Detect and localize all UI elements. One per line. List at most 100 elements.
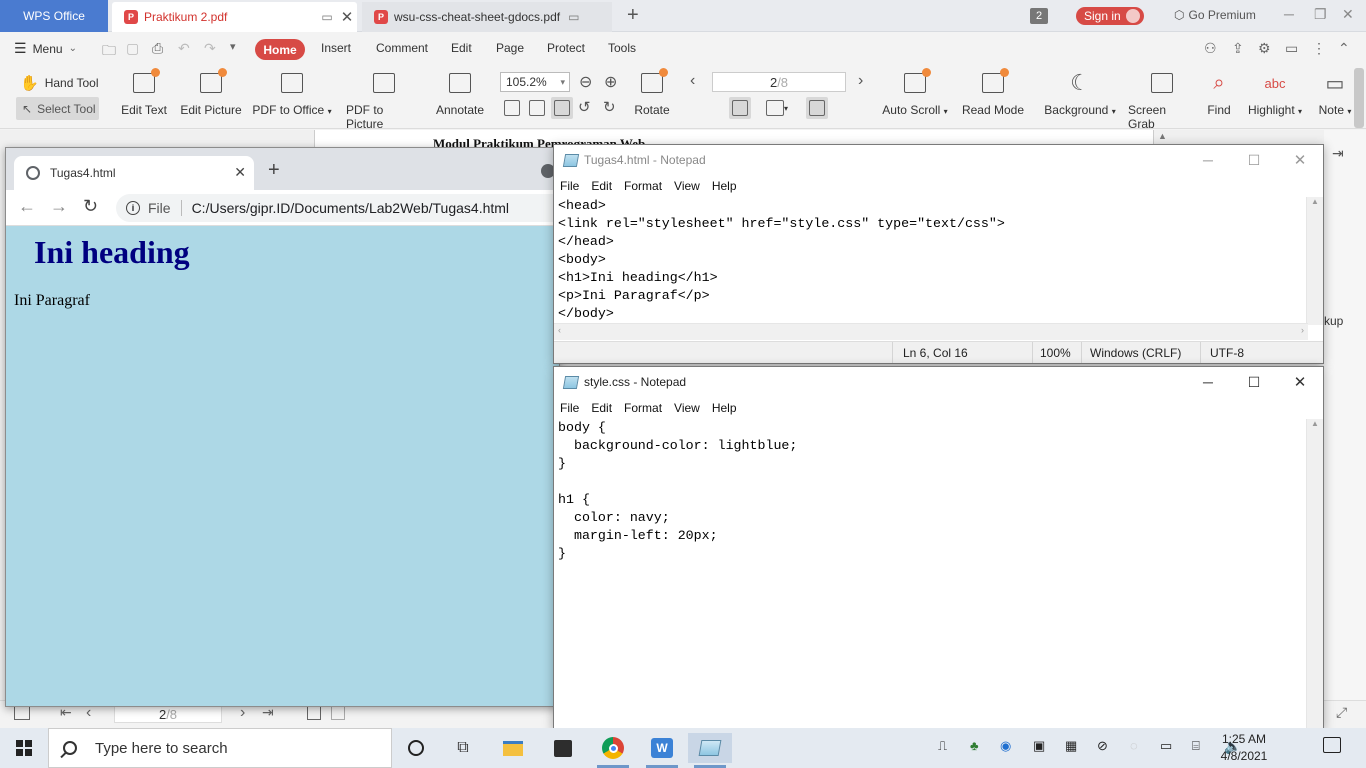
file-explorer-icon[interactable] [491,733,535,763]
select-tool-button[interactable]: ↖ Select Tool [16,97,99,120]
wps-home-tab[interactable]: WPS Office [0,0,108,32]
tab-praktikum[interactable]: P Praktikum 2.pdf ▭ ✕ [112,2,357,32]
two-page-view-icon[interactable]: ▾ [762,97,792,119]
menu-file[interactable]: File [560,179,579,193]
read-mode-button[interactable]: Read Mode [960,68,1026,117]
wps-office-icon[interactable]: W [640,733,684,768]
notepad-titlebar[interactable]: style.css - Notepad ─ ☐ ✕ [554,367,1323,397]
app-tray-icon[interactable]: ♣ [970,738,979,753]
maximize-icon[interactable]: ☐ [1231,145,1277,175]
comment-icon[interactable]: ▭ [1285,40,1298,57]
share-icon[interactable]: ⇪ [1232,40,1244,57]
edit-text-button[interactable]: Edit Text [120,68,168,117]
fit-width-icon[interactable] [551,97,573,119]
collapse-panel-icon[interactable]: ⇥ [1332,145,1344,162]
address-bar[interactable]: i File C:/Users/gipr.ID/Documents/Lab2We… [116,194,559,222]
auto-scroll-button[interactable]: Auto Scroll ▾ [882,68,948,117]
restore-icon[interactable]: ❐ [1314,6,1327,23]
note-button[interactable]: ▭ Note ▾ [1316,70,1354,118]
usb-device-icon[interactable]: ⎍ [938,738,947,754]
rotate-button[interactable]: Rotate [632,68,672,117]
minimize-icon[interactable]: ─ [1284,6,1294,22]
account-icon[interactable]: ⚇ [1204,40,1217,57]
tab-tools[interactable]: Tools [608,41,636,55]
sign-in-button[interactable]: Sign in [1076,7,1144,25]
taskbar-search-box[interactable]: Type here to search [48,728,392,768]
battery-icon[interactable]: ▭ [1160,738,1172,754]
menu-format[interactable]: Format [624,179,662,193]
scroll-left-icon[interactable]: ‹ [558,325,561,335]
horizontal-scrollbar[interactable]: ‹ › [554,323,1308,340]
more-dots-icon[interactable]: ⋮ [1312,40,1326,57]
maximize-icon[interactable]: ☐ [1231,367,1277,397]
add-page-icon[interactable] [307,706,321,720]
menu-edit[interactable]: Edit [591,179,612,193]
tab-count-badge[interactable]: 2 [1030,8,1048,24]
menu-view[interactable]: View [674,401,700,415]
vertical-scrollbar[interactable]: ▲ [1306,197,1323,325]
pdf-to-office-button[interactable]: PDF to Office ▾ [252,70,332,117]
chrome-icon[interactable] [591,733,635,768]
page-number-input[interactable]: 2 /8 [712,72,846,92]
vertical-scrollbar[interactable]: ▲ [1306,419,1323,729]
close-icon[interactable]: ✕ [1277,145,1323,175]
store-icon[interactable] [541,733,585,763]
pdf-to-picture-button[interactable]: PDF to Picture [346,70,422,131]
zoom-out-icon[interactable]: ⊖ [579,72,592,92]
tab-page[interactable]: Page [496,41,524,55]
float-window-icon[interactable]: ▭ [568,10,579,24]
new-tab-plus-icon[interactable]: + [627,4,639,27]
browser-tab[interactable]: Tugas4.html ✕ [14,156,254,190]
status-page-input[interactable]: 2 /8 [114,705,222,723]
zoom-in-icon[interactable]: ⊕ [604,72,617,92]
background-button[interactable]: ☾ Background ▾ [1042,70,1118,117]
minimize-icon[interactable]: ─ [1185,367,1231,397]
start-button[interactable] [0,728,48,768]
open-folder-icon[interactable]: 🗀 [102,40,116,64]
scroll-up-icon[interactable]: ▲ [1307,419,1323,428]
tab-home[interactable]: Home [255,39,305,60]
minimize-icon[interactable]: ─ [1185,145,1231,175]
menu-format[interactable]: Format [624,401,662,415]
single-page-view-icon[interactable] [729,97,751,119]
clock[interactable]: 1:25 AM 4/8/2021 [1212,731,1276,765]
toolbar-scrollbar[interactable] [1354,68,1364,128]
quick-access-dropdown-icon[interactable]: ▾ [230,40,236,53]
menu-view[interactable]: View [674,179,700,193]
forward-arrow-icon[interactable]: → [50,196,68,217]
notepad-text-area[interactable]: body { background-color: lightblue; } h1… [558,419,797,563]
monitor-icon[interactable]: ▣ [1033,738,1045,754]
zoom-minus-icon[interactable]: ⤢ [1336,704,1347,721]
tab-insert[interactable]: Insert [321,41,351,55]
menu-help[interactable]: Help [712,179,737,193]
scroll-right-icon[interactable]: › [1301,325,1304,335]
tab-comment[interactable]: Comment [376,41,428,55]
tab-edit[interactable]: Edit [451,41,472,55]
reload-icon[interactable]: ↻ [83,196,98,217]
scroll-up-icon[interactable]: ▲ [1158,131,1170,143]
fit-page-icon[interactable] [529,100,545,116]
continuous-view-icon[interactable] [806,97,828,119]
zoom-select[interactable]: 105.2% ▾ [500,72,570,92]
rotate-left-icon[interactable]: ↺ [578,98,591,116]
network-icon[interactable]: ⌸ [1192,738,1200,754]
new-tab-plus-icon[interactable]: + [268,159,280,182]
hand-tool-button[interactable]: ✋ Hand Tool [20,74,99,92]
collapse-ribbon-icon[interactable]: ⌃ [1338,40,1350,57]
close-icon[interactable]: ✕ [1277,367,1323,397]
menu-edit[interactable]: Edit [591,401,612,415]
next-page-icon[interactable]: › [858,72,863,90]
tab-protect[interactable]: Protect [547,41,585,55]
menu-button[interactable]: ☰ Menu ⌄ [14,40,77,57]
go-premium-button[interactable]: ⬡ Go Premium [1174,8,1256,22]
undo-icon[interactable]: ↶ [178,40,190,57]
cortana-icon[interactable] [394,733,438,763]
actual-size-icon[interactable] [504,100,520,116]
info-icon[interactable]: i [126,201,140,215]
edge-icon[interactable]: ◉ [1000,738,1011,754]
menu-help[interactable]: Help [712,401,737,415]
redo-icon[interactable]: ↷ [204,40,216,57]
back-arrow-icon[interactable]: ← [18,196,36,217]
rotate-right-icon[interactable]: ↻ [603,98,616,116]
annotate-button[interactable]: Annotate [434,70,486,117]
